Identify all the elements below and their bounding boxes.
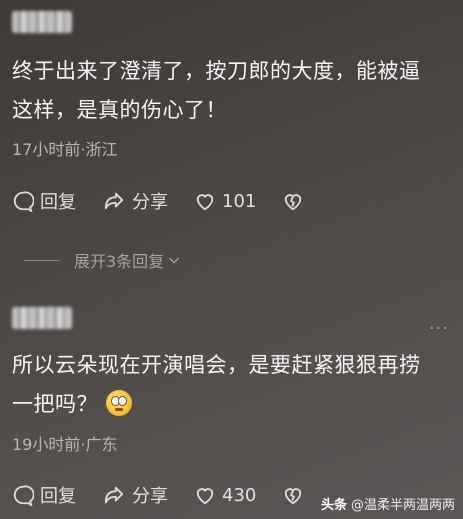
chevron-down-icon [169,257,180,264]
dislike-button[interactable] [282,485,310,505]
comment-bubble-icon [13,191,34,212]
share-button[interactable]: 分享 [102,188,168,214]
comment-meta: 17小时前·浙江 [12,140,118,159]
reply-button[interactable]: 回复 [12,482,76,508]
eye-roll-emoji-icon [106,390,132,416]
like-count: 101 [222,190,257,212]
watermark: 头条 @温柔半两温两两 [321,494,455,513]
expand-replies-label: 展开3条回复 [74,252,165,271]
share-button[interactable]: 分享 [102,482,168,508]
heart-icon [196,194,214,211]
reply-button[interactable]: 回复 [12,188,76,214]
comment-line: 一把吗？ [12,392,98,416]
broken-heart-icon [285,194,302,211]
divider-line [24,259,60,261]
reply-label: 回复 [40,192,76,213]
share-label: 分享 [132,486,168,507]
reply-label: 回复 [40,486,76,507]
heart-icon [196,488,214,505]
share-arrow-icon [104,192,124,210]
expand-replies-button[interactable]: 展开3条回复 [24,248,182,272]
comment-text: 终于出来了澄清了，按刀郎的大度，能被逼 这样，是真的伤心了！ [12,52,452,130]
comment-bubble-icon [13,485,34,506]
comment-text: 所以云朵现在开演唱会，是要赶紧狠狠再捞 一把吗？ [12,346,452,424]
like-button[interactable]: 430 [194,485,256,506]
like-button[interactable]: 101 [194,191,256,212]
broken-heart-icon [285,488,302,505]
more-dots-icon[interactable]: ··· [429,318,449,339]
dislike-button[interactable] [282,191,310,211]
comment-line: 终于出来了澄清了，按刀郎的大度，能被逼 [12,59,421,83]
comment-line-with-emoji: 一把吗？ [12,385,452,424]
watermark-handle: @温柔半两温两两 [350,498,455,513]
comment-line: 所以云朵现在开演唱会，是要赶紧狠狠再捞 [12,353,421,377]
commenter-name-blurred[interactable] [12,307,72,329]
share-arrow-icon [104,486,124,504]
comment-meta: 19小时前·广东 [12,435,118,454]
commenter-name-blurred[interactable] [12,11,72,33]
share-label: 分享 [132,192,168,213]
comment-line: 这样，是真的伤心了！ [12,98,227,122]
watermark-brand: 头条 [320,498,347,513]
comment-actions: 回复 分享 101 [12,187,336,215]
like-count: 430 [222,484,257,506]
comment-actions: 回复 分享 430 [12,481,336,509]
